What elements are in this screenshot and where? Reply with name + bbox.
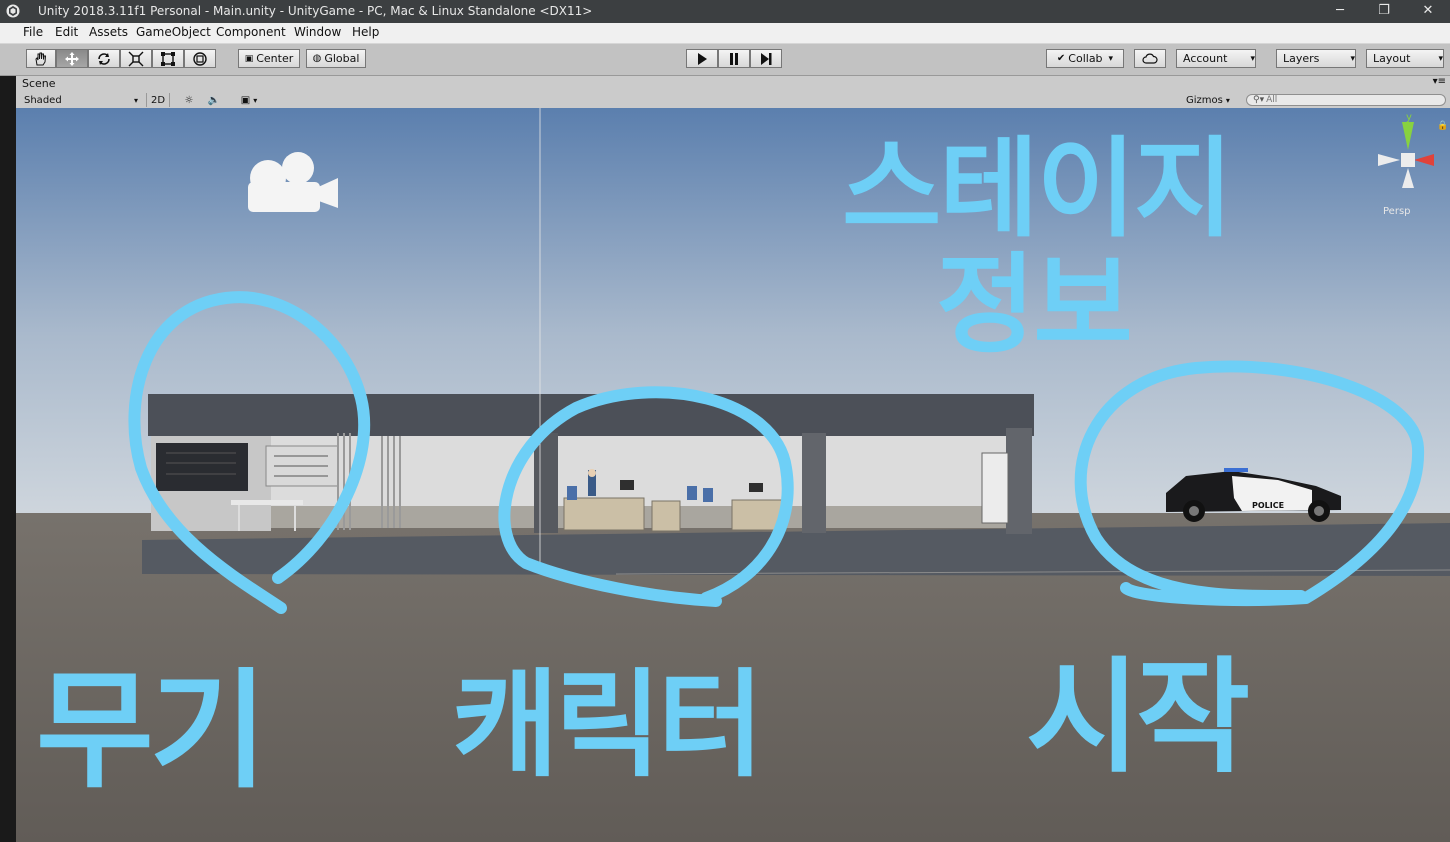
- pivot-toggle-button[interactable]: ▣ Center: [238, 49, 300, 68]
- menu-help[interactable]: Help: [352, 25, 379, 39]
- check-icon: ✔: [1056, 53, 1066, 64]
- rotate-icon: [98, 52, 110, 65]
- pivot-icon: ▣: [244, 53, 254, 64]
- shading-mode-label: Shaded: [24, 94, 62, 106]
- scene-search-input[interactable]: ⚲▾ All: [1246, 94, 1446, 106]
- menu-window[interactable]: Window: [294, 25, 341, 39]
- effects-dropdown[interactable]: ▣ ▾: [232, 93, 266, 107]
- layout-label: Layout: [1373, 52, 1411, 65]
- unity-logo-icon: [6, 4, 20, 18]
- menu-gameobject[interactable]: GameObject: [136, 25, 211, 39]
- pause-button[interactable]: [718, 49, 750, 68]
- rect-transform-icon: [161, 51, 175, 66]
- y-axis-label: y: [1406, 112, 1412, 123]
- space-toggle-button[interactable]: ◍ Global: [306, 49, 366, 68]
- rotate-tool-button[interactable]: [88, 49, 120, 68]
- left-panel-edge: [0, 76, 16, 842]
- weapon-rack: [156, 443, 248, 491]
- pivot-label: Center: [256, 52, 294, 65]
- layout-dropdown[interactable]: Layout: [1366, 49, 1444, 68]
- collab-dropdown[interactable]: ✔ Collab: [1046, 49, 1124, 68]
- menu-assets[interactable]: Assets: [89, 25, 128, 39]
- police-text: POLICE: [1252, 501, 1284, 510]
- cloud-icon: [1142, 53, 1158, 64]
- doorway: [981, 452, 1009, 524]
- projection-label[interactable]: Persp: [1383, 206, 1411, 217]
- 2d-label: 2D: [150, 94, 166, 106]
- menu-bar: File Edit Assets GameObject Component Wi…: [0, 23, 1450, 44]
- scale-icon: [128, 51, 144, 66]
- search-icon: ⚲▾: [1253, 95, 1265, 105]
- scene-viewport[interactable]: POLICE y Persp 🔒 스테이지 정보 무기 캐릭터 시작: [16, 108, 1450, 842]
- annotation-character: 캐릭터: [452, 658, 764, 793]
- pillar: [1006, 428, 1032, 534]
- move-icon: [65, 51, 79, 66]
- chevron-down-icon: ▾: [133, 95, 138, 105]
- shading-mode-dropdown[interactable]: Shaded ▾: [24, 93, 138, 107]
- layers-dropdown[interactable]: Layers: [1276, 49, 1356, 68]
- globe-icon: ◍: [312, 53, 322, 64]
- main-toolbar: ▣ Center ◍ Global ✔ Collab Account Layer…: [0, 44, 1450, 76]
- hand-tool-button[interactable]: [26, 49, 56, 68]
- desk: [563, 497, 645, 531]
- title-bar: Unity 2018.3.11f1 Personal - Main.unity …: [0, 0, 1450, 23]
- scene-tab-bar: Scene ▾≡: [16, 76, 1450, 92]
- annotation-weapons: 무기: [36, 657, 268, 806]
- sun-icon: ☼: [184, 94, 194, 106]
- scale-tool-button[interactable]: [120, 49, 152, 68]
- hand-icon: [35, 52, 47, 65]
- cloud-button[interactable]: [1134, 49, 1166, 68]
- window-title: Unity 2018.3.11f1 Personal - Main.unity …: [38, 4, 593, 18]
- maximize-button[interactable]: ❐: [1362, 1, 1406, 22]
- menu-component[interactable]: Component: [216, 25, 286, 39]
- audio-toggle-button[interactable]: 🔈: [205, 93, 223, 107]
- collab-label: Collab: [1068, 52, 1103, 65]
- close-button[interactable]: ✕: [1406, 1, 1450, 22]
- account-label: Account: [1183, 52, 1228, 65]
- account-dropdown[interactable]: Account: [1176, 49, 1256, 68]
- minimize-button[interactable]: ─: [1318, 1, 1362, 22]
- pillar: [802, 433, 826, 533]
- step-button[interactable]: [750, 49, 782, 68]
- annotation-stage-info-line1: 스테이지: [842, 127, 1233, 252]
- tab-menu-icon[interactable]: ▾≡: [1433, 76, 1446, 87]
- play-button[interactable]: [686, 49, 718, 68]
- annotation-start: 시작: [1026, 646, 1250, 790]
- image-icon: ▣: [240, 94, 251, 106]
- chevron-down-icon: ▾: [1225, 95, 1230, 105]
- chevron-down-icon: ▾: [253, 95, 258, 105]
- pillar: [534, 433, 558, 533]
- 2d-toggle-button[interactable]: 2D: [146, 93, 170, 107]
- search-placeholder: All: [1266, 95, 1278, 105]
- scene-options-bar: Shaded ▾ 2D ☼ 🔈 ▣ ▾ Gizmos ▾ ⚲▾ All: [16, 92, 1450, 109]
- transform-tool-button[interactable]: [184, 49, 216, 68]
- rect-tool-button[interactable]: [152, 49, 184, 68]
- play-icon: [698, 52, 707, 65]
- scene-tab[interactable]: Scene: [22, 77, 56, 90]
- space-label: Global: [324, 52, 360, 65]
- speaker-icon: 🔈: [207, 94, 221, 106]
- lock-icon[interactable]: 🔒: [1437, 120, 1448, 131]
- menu-file[interactable]: File: [23, 25, 43, 39]
- transform-icon: [193, 51, 207, 66]
- lighting-toggle-button[interactable]: ☼: [180, 93, 198, 107]
- menu-edit[interactable]: Edit: [55, 25, 78, 39]
- gizmos-label: Gizmos: [1186, 94, 1223, 106]
- step-icon: [761, 52, 772, 65]
- annotation-stage-info-line2: 정보: [936, 243, 1133, 368]
- pause-icon: [730, 52, 738, 65]
- desk: [731, 499, 783, 531]
- move-tool-button[interactable]: [56, 49, 88, 68]
- layers-label: Layers: [1283, 52, 1320, 65]
- gizmos-dropdown[interactable]: Gizmos ▾: [1186, 93, 1238, 107]
